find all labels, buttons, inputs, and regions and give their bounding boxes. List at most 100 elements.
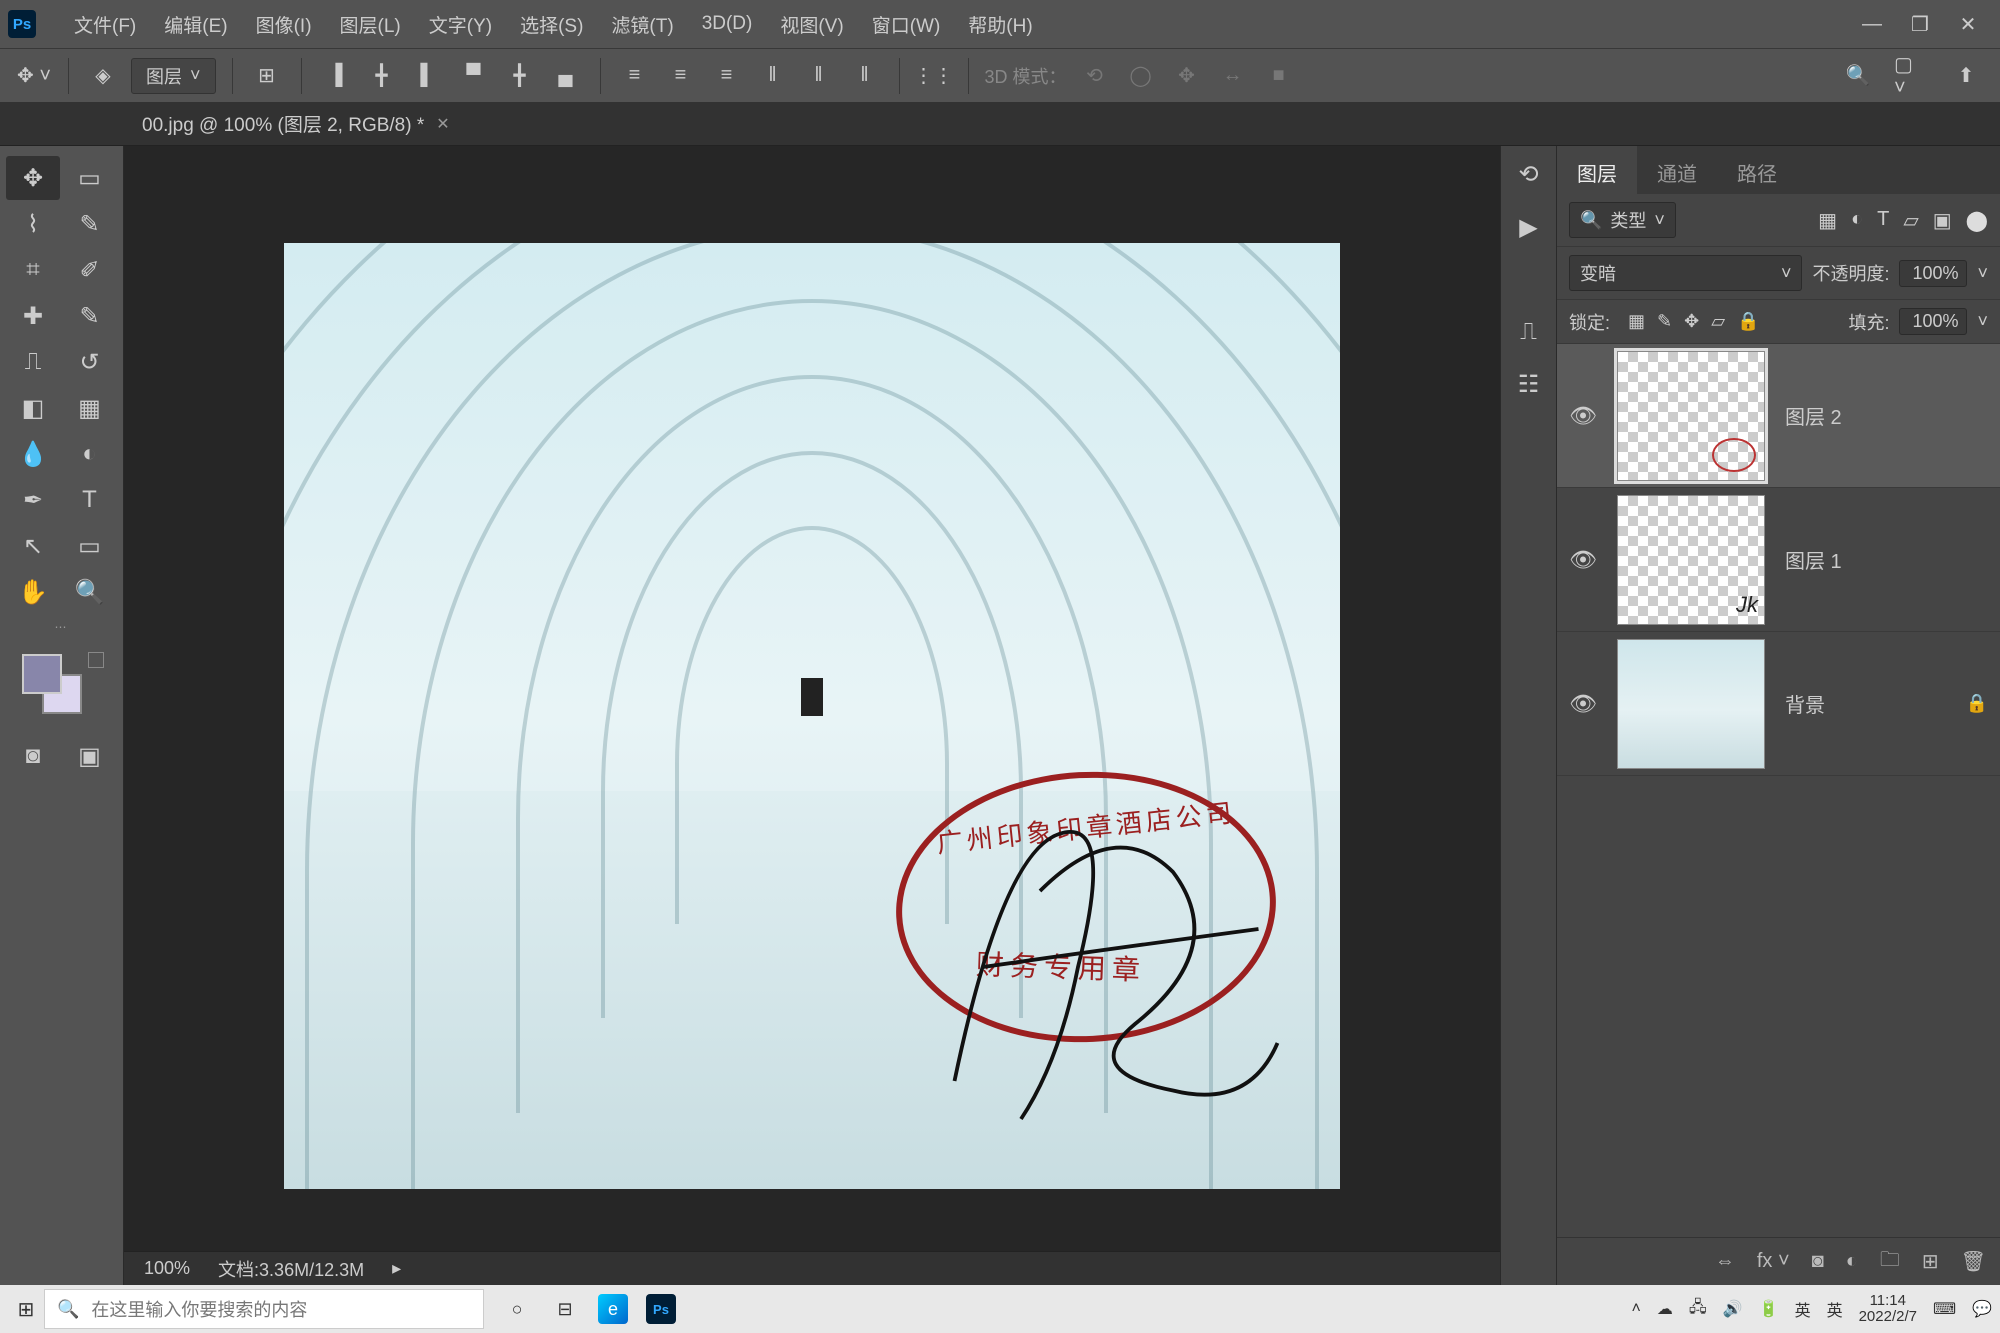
path-select-tool[interactable]: ↖ [6, 524, 60, 568]
layer-row[interactable]: 👁 图层 2 [1557, 344, 2000, 488]
stamp-tool[interactable]: ⎍ [6, 340, 60, 384]
lock-position-icon[interactable]: ✥ [1684, 311, 1699, 332]
dist-left-icon[interactable]: ‖ [755, 58, 791, 94]
dodge-tool[interactable]: ◐ [63, 432, 117, 476]
zoom-level[interactable]: 100% [144, 1258, 190, 1279]
dist-spacing-icon[interactable]: ⋮⋮ [916, 58, 952, 94]
ime-icon-1[interactable]: 英 [1795, 1297, 1811, 1321]
document-tab[interactable]: 00.jpg @ 100% (图层 2, RGB/8) * ✕ [130, 104, 462, 143]
blend-mode-dropdown[interactable]: 变暗˅ [1569, 255, 1802, 291]
share-icon[interactable]: ⬆ [1948, 58, 1984, 94]
menu-edit[interactable]: 编辑(E) [150, 11, 241, 38]
quick-select-tool[interactable]: ✎ [63, 202, 117, 246]
lock-pixels-icon[interactable]: ✎ [1657, 311, 1672, 332]
fill-value[interactable]: 100% [1899, 308, 1967, 335]
tab-close-icon[interactable]: ✕ [436, 114, 449, 134]
eraser-tool[interactable]: ◧ [6, 386, 60, 430]
filter-toggle-icon[interactable]: ⬤ [1966, 208, 1988, 233]
start-button[interactable]: ⊞ [8, 1297, 44, 1322]
workspace-icon[interactable]: ▢ ˅ [1894, 58, 1930, 94]
layer-row[interactable]: 👁 背景 🔒 [1557, 632, 2000, 776]
swap-colors-icon[interactable] [88, 652, 104, 668]
layer-style-icon[interactable]: fx ˅ [1757, 1250, 1790, 1273]
group-icon[interactable]: 🗀 [1880, 1245, 1900, 1279]
foreground-color[interactable] [22, 654, 62, 694]
input-indicator-icon[interactable]: ⌨ [1933, 1299, 1956, 1319]
filter-shape-icon[interactable]: ▱ [1903, 208, 1918, 233]
menu-window[interactable]: 窗口(W) [858, 11, 955, 38]
battery-icon[interactable]: 🔋 [1759, 1299, 1779, 1319]
quickmask-tool[interactable]: ◙ [6, 734, 60, 778]
menu-select[interactable]: 选择(S) [506, 11, 597, 38]
visibility-icon[interactable]: 👁 [1569, 547, 1597, 573]
layer-name[interactable]: 图层 1 [1785, 545, 1842, 574]
lasso-tool[interactable]: ⌇ [6, 202, 60, 246]
pen-tool[interactable]: ✒ [6, 478, 60, 522]
ime-icon-2[interactable]: 英 [1827, 1297, 1843, 1321]
edge-icon[interactable]: e [598, 1294, 628, 1324]
eyedropper-tool[interactable]: ✐ [63, 248, 117, 292]
fill-chevron-icon[interactable]: ˅ [1977, 311, 1988, 332]
edit-toolbar-icon[interactable]: ⋯ [0, 614, 123, 640]
cortana-icon[interactable]: ○ [502, 1294, 532, 1324]
layer-filter-type[interactable]: 🔍 类型 ˅ [1569, 202, 1676, 238]
lock-all-icon[interactable]: 🔒 [1737, 311, 1759, 332]
link-layers-icon[interactable]: ⇔ [1715, 1250, 1735, 1273]
history-panel-icon[interactable]: ⟲ [1518, 160, 1538, 189]
align-hcenter-icon[interactable]: ╋ [364, 58, 400, 94]
delete-layer-icon[interactable]: 🗑 [1961, 1249, 1986, 1274]
move-tool-icon[interactable]: ✥ ˅ [16, 58, 52, 94]
filter-smart-icon[interactable]: ▣ [1933, 208, 1952, 233]
filter-adjust-icon[interactable]: ◐ [1851, 208, 1863, 233]
opacity-chevron-icon[interactable]: ˅ [1977, 263, 1988, 284]
new-layer-icon[interactable]: ⊞ [1922, 1249, 1939, 1274]
volume-icon[interactable]: 🔊 [1723, 1299, 1743, 1319]
visibility-icon[interactable]: 👁 [1569, 691, 1597, 717]
brush-tool[interactable]: ✎ [63, 294, 117, 338]
color-swatches[interactable] [16, 648, 123, 728]
tab-channels[interactable]: 通道 [1637, 146, 1717, 194]
onedrive-icon[interactable]: ☁ [1657, 1299, 1673, 1319]
notifications-icon[interactable]: 💬 [1972, 1299, 1992, 1319]
rectangle-tool[interactable]: ▭ [63, 524, 117, 568]
styles-panel-icon[interactable]: ☷ [1518, 370, 1540, 399]
network-icon[interactable]: 🖧 [1689, 1296, 1707, 1323]
adjustment-layer-icon[interactable]: ◐ [1846, 1250, 1858, 1273]
menu-view[interactable]: 视图(V) [766, 11, 857, 38]
layer-thumbnail[interactable] [1617, 639, 1765, 769]
dist-top-icon[interactable]: ≡ [617, 58, 653, 94]
search-icon[interactable]: 🔍 [1840, 58, 1876, 94]
filter-pixel-icon[interactable]: ▦ [1818, 208, 1837, 233]
photoshop-taskbar-icon[interactable]: Ps [646, 1294, 676, 1324]
visibility-icon[interactable]: 👁 [1569, 403, 1597, 429]
dist-bottom-icon[interactable]: ≡ [709, 58, 745, 94]
layer-thumbnail[interactable] [1617, 351, 1765, 481]
type-tool[interactable]: T [63, 478, 117, 522]
crop-tool[interactable]: ⌗ [6, 248, 60, 292]
minimize-icon[interactable]: — [1860, 12, 1884, 36]
zoom-tool[interactable]: 🔍 [63, 570, 117, 614]
close-icon[interactable]: ✕ [1956, 12, 1980, 36]
status-chevron-icon[interactable]: ▸ [392, 1258, 401, 1279]
menu-3d[interactable]: 3D(D) [688, 13, 767, 35]
align-right-icon[interactable]: ▌ [410, 58, 446, 94]
tray-chevron-icon[interactable]: ˄ [1632, 1300, 1641, 1318]
dist-vcenter-icon[interactable]: ≡ [663, 58, 699, 94]
taskbar-clock[interactable]: 11:14 2022/2/7 [1859, 1293, 1917, 1326]
lock-transparency-icon[interactable]: ▦ [1628, 311, 1645, 332]
menu-layer[interactable]: 图层(L) [326, 11, 415, 38]
layer-name[interactable]: 背景 [1785, 689, 1825, 718]
align-left-icon[interactable]: ▐ [318, 58, 354, 94]
hand-tool[interactable]: ✋ [6, 570, 60, 614]
restore-icon[interactable]: ❐ [1908, 12, 1932, 36]
menu-help[interactable]: 帮助(H) [954, 11, 1046, 38]
taskbar-search[interactable]: 🔍 在这里输入你要搜索的内容 [44, 1289, 484, 1329]
healing-tool[interactable]: ✚ [6, 294, 60, 338]
menu-file[interactable]: 文件(F) [60, 11, 150, 38]
auto-select-dropdown[interactable]: 图层˅ [131, 58, 216, 94]
layer-thumbnail[interactable]: Jk [1617, 495, 1765, 625]
transform-controls-icon[interactable]: ⊞ [249, 58, 285, 94]
tab-paths[interactable]: 路径 [1717, 146, 1797, 194]
move-tool[interactable]: ✥ [6, 156, 60, 200]
layer-row[interactable]: 👁 Jk 图层 1 [1557, 488, 2000, 632]
